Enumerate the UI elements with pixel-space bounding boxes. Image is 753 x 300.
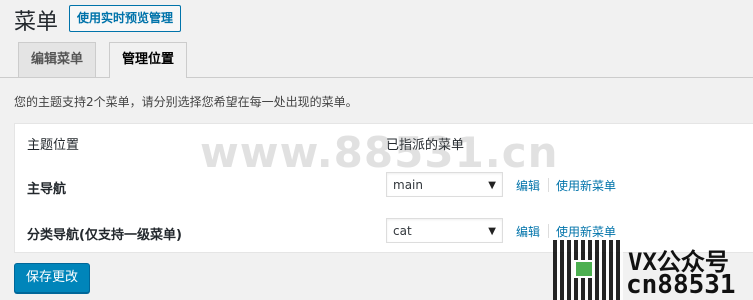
location-label-primary: 主导航 [27,182,67,197]
link-separator [548,178,549,192]
menu-select-value: cat [393,224,412,238]
watermark-text: www.88531.cn [200,128,559,177]
tab-bar: 编辑菜单 管理位置 [0,42,753,78]
live-preview-button[interactable]: 使用实时预览管理 [69,5,182,32]
column-header-location: 主题位置 [27,138,80,153]
menu-select-value: main [393,178,423,192]
edit-link-primary[interactable]: 编辑 [516,177,540,194]
new-menu-link-primary[interactable]: 使用新菜单 [556,177,616,194]
description-text: 您的主题支持2个菜单，请分别选择您希望在每一处出现的菜单。 [14,95,358,109]
link-separator [548,224,549,238]
new-menu-link-category[interactable]: 使用新菜单 [556,223,616,240]
page-title: 菜单 [14,10,59,35]
edit-link-category[interactable]: 编辑 [516,223,540,240]
tab-manage-locations[interactable]: 管理位置 [109,42,188,78]
location-label-category: 分类导航(仅支持一级菜单) [27,228,182,243]
tab-edit-menus[interactable]: 编辑菜单 [18,42,97,77]
save-changes-button[interactable]: 保存更改 [14,263,91,293]
brand-line-2: cn88531 [626,270,736,300]
chevron-down-icon: ▼ [488,226,496,237]
qr-logo-icon [574,260,594,278]
menu-select-category[interactable]: cat ▼ [386,218,503,243]
